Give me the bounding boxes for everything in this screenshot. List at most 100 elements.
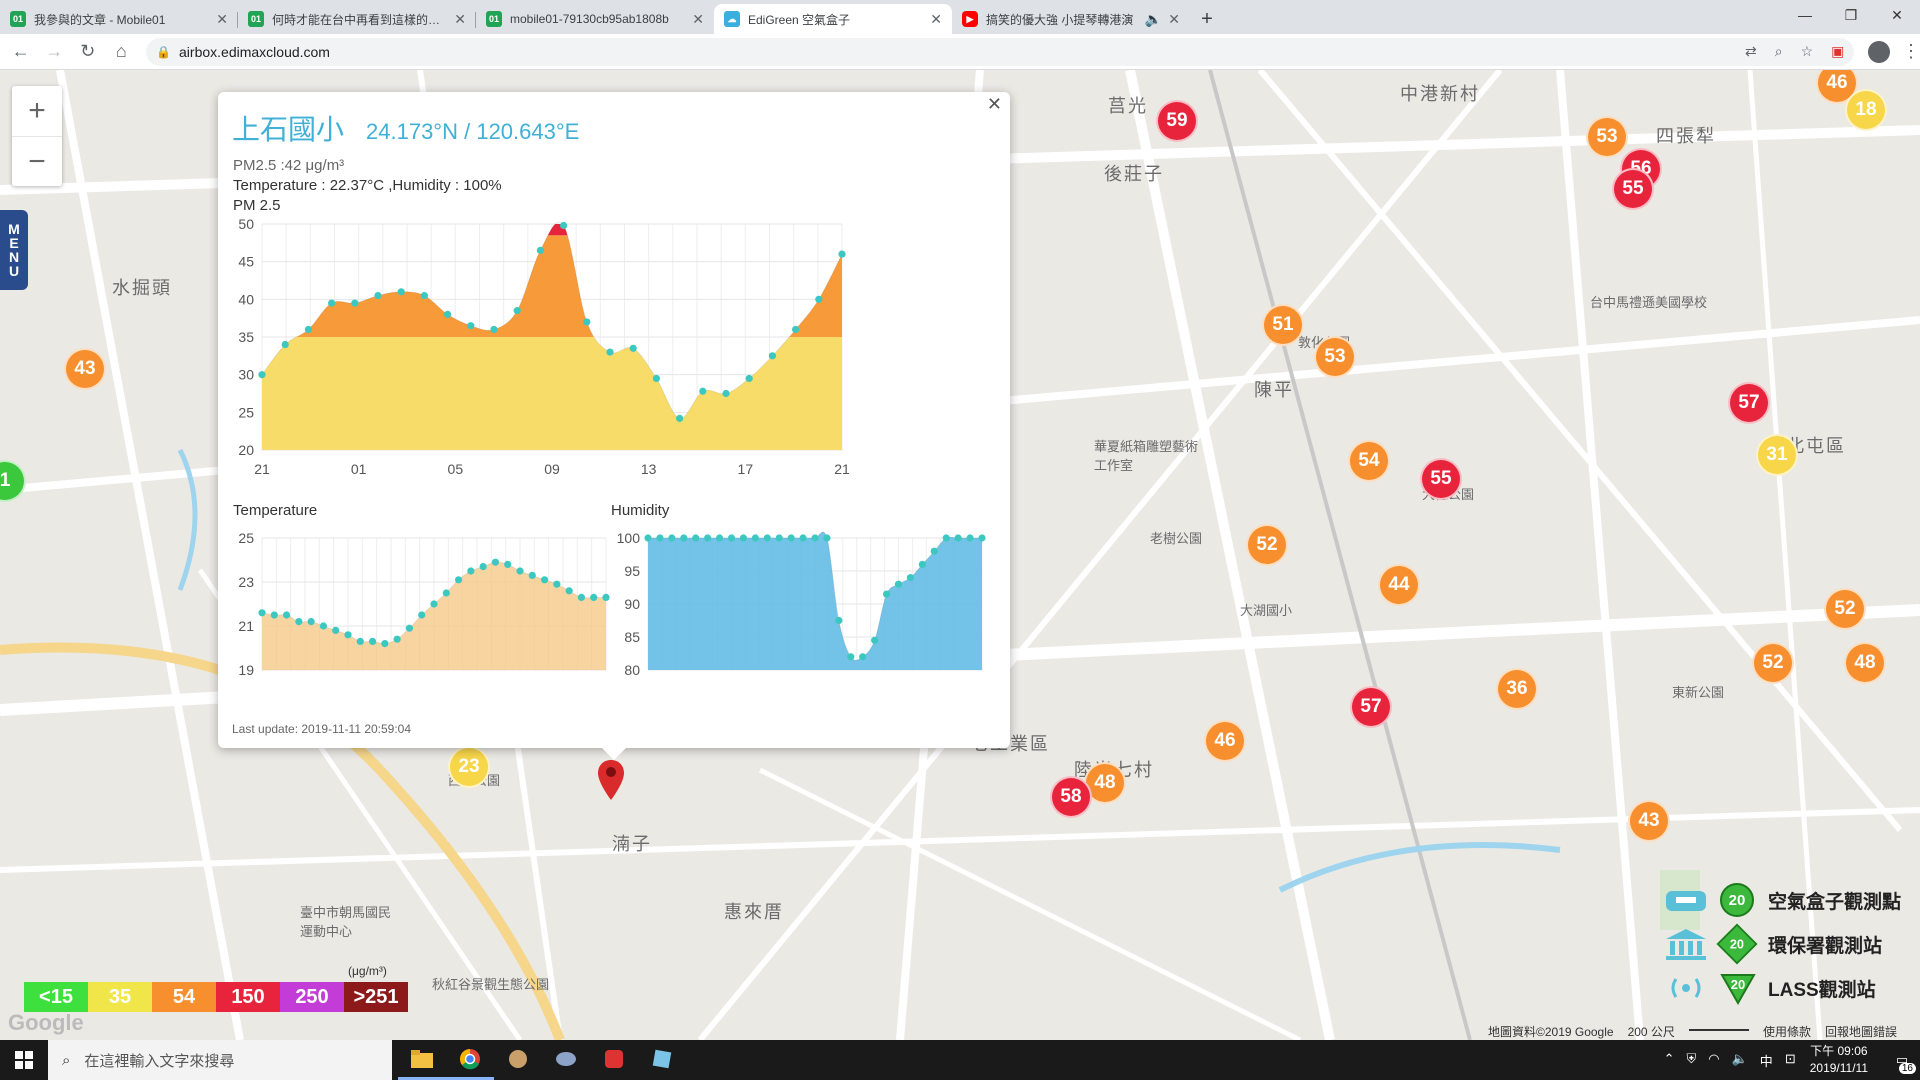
station-pin[interactable]: 44 <box>1378 564 1420 606</box>
chevron-up-icon[interactable]: ⌃ <box>1664 1051 1675 1070</box>
extension-icon[interactable]: ▣ <box>1831 43 1844 60</box>
data-point[interactable] <box>727 534 736 542</box>
data-point[interactable] <box>652 374 660 383</box>
data-point[interactable] <box>381 640 389 648</box>
report-error-link[interactable]: 回報地圖錯誤 <box>1825 1023 1897 1040</box>
data-point[interactable] <box>823 534 831 542</box>
data-point[interactable] <box>799 534 807 542</box>
clock[interactable]: 下午 09:06 2019/11/11 <box>1810 1043 1868 1077</box>
data-point[interactable] <box>722 389 730 398</box>
notification-icon[interactable]: ▭ 16 <box>1884 1040 1920 1080</box>
url-input[interactable]: 🔒 airbox.edimaxcloud.com ⇄ ⌕ ☆ ▣ <box>146 37 1855 66</box>
new-tab-button[interactable]: + <box>1190 4 1224 34</box>
data-point[interactable] <box>282 611 291 619</box>
data-point[interactable] <box>467 322 475 330</box>
profile-avatar[interactable] <box>1868 40 1890 63</box>
app-icon[interactable] <box>494 1040 542 1080</box>
close-tab-icon[interactable]: ✕ <box>1168 11 1180 28</box>
station-pin[interactable]: 43 <box>64 348 106 390</box>
data-point[interactable] <box>270 611 278 619</box>
windows-start-icon[interactable] <box>0 1040 48 1080</box>
station-pin[interactable]: 51 <box>1262 304 1304 346</box>
data-point[interactable] <box>606 348 614 356</box>
data-point[interactable] <box>656 534 664 542</box>
station-pin[interactable]: 46 <box>1204 720 1246 762</box>
terms-link[interactable]: 使用條款 <box>1763 1023 1811 1040</box>
app-icon[interactable] <box>542 1040 590 1080</box>
data-point[interactable] <box>838 250 846 258</box>
data-point[interactable] <box>978 534 986 542</box>
station-pin[interactable]: 55 <box>1612 168 1654 210</box>
location-marker-icon[interactable] <box>596 758 626 802</box>
station-pin[interactable]: 52 <box>1752 642 1794 684</box>
data-point[interactable] <box>319 622 328 630</box>
data-point[interactable] <box>332 626 340 635</box>
data-point[interactable] <box>553 580 561 588</box>
data-point[interactable] <box>787 534 795 542</box>
station-pin[interactable]: 57 <box>1350 686 1392 728</box>
data-point[interactable] <box>528 571 536 579</box>
data-point[interactable] <box>954 534 962 542</box>
data-point[interactable] <box>454 576 463 584</box>
data-point[interactable] <box>715 534 724 542</box>
data-point[interactable] <box>418 611 426 619</box>
close-tab-icon[interactable]: ✕ <box>692 11 704 28</box>
data-point[interactable] <box>307 618 315 626</box>
data-point[interactable] <box>815 295 823 303</box>
data-point[interactable] <box>444 310 452 318</box>
lock-icon[interactable]: 🔒 <box>156 45 171 59</box>
menu-tab[interactable]: M E N U <box>0 210 28 290</box>
station-pin[interactable]: 48 <box>1844 642 1886 684</box>
data-point[interactable] <box>942 534 950 542</box>
data-point[interactable] <box>442 589 450 597</box>
data-point[interactable] <box>405 624 414 632</box>
data-point[interactable] <box>871 636 879 644</box>
data-point[interactable] <box>692 534 700 542</box>
browser-tab-5[interactable]: ▶ 搞笑的優大強 小提琴轉港演 🔈 ✕ <box>952 4 1190 34</box>
close-window-icon[interactable]: ✕ <box>1874 0 1920 30</box>
station-pin[interactable]: 36 <box>1496 668 1538 710</box>
station-pin[interactable]: 54 <box>1348 440 1390 482</box>
zoom-icon[interactable]: ⌕ <box>1775 43 1783 60</box>
data-point[interactable] <box>763 534 771 542</box>
data-point[interactable] <box>560 221 568 230</box>
minimize-icon[interactable]: — <box>1782 0 1828 30</box>
data-point[interactable] <box>491 558 500 566</box>
data-point[interactable] <box>583 318 591 326</box>
station-pin[interactable]: 52 <box>1246 524 1288 566</box>
close-tab-icon[interactable]: ✕ <box>454 11 466 28</box>
data-point[interactable] <box>930 547 938 555</box>
back-icon[interactable]: ← <box>8 39 34 65</box>
station-pin[interactable]: 31 <box>1756 434 1798 476</box>
station-pin[interactable]: 59 <box>1156 100 1198 142</box>
data-point[interactable] <box>516 567 524 575</box>
data-point[interactable] <box>536 246 544 254</box>
browser-tab-2[interactable]: 01 何時才能在台中再看到這樣的藍天 ✕ <box>238 4 476 34</box>
zoom-out-button[interactable]: − <box>12 136 62 186</box>
chrome-icon[interactable] <box>446 1040 494 1080</box>
data-point[interactable] <box>775 534 783 542</box>
station-pin[interactable]: 53 <box>1586 116 1628 158</box>
restore-icon[interactable]: ❐ <box>1828 0 1874 30</box>
data-point[interactable] <box>966 534 974 542</box>
app-icon[interactable] <box>590 1040 638 1080</box>
data-point[interactable] <box>513 307 521 315</box>
data-point[interactable] <box>602 593 610 601</box>
data-point[interactable] <box>906 574 915 582</box>
browser-tab-3[interactable]: 01 mobile01-79130cb95ab1808b ✕ <box>476 4 714 34</box>
translate-icon[interactable]: ⇄ <box>1745 43 1757 60</box>
data-point[interactable] <box>374 291 382 300</box>
data-point[interactable] <box>490 325 498 334</box>
network-icon[interactable]: ◠ <box>1708 1051 1719 1070</box>
data-point[interactable] <box>356 637 364 646</box>
data-point[interactable] <box>430 600 438 608</box>
input-mode-icon[interactable]: ⊡ <box>1785 1051 1796 1070</box>
close-tab-icon[interactable]: ✕ <box>216 11 228 28</box>
close-tab-icon[interactable]: ✕ <box>930 11 942 28</box>
data-point[interactable] <box>739 534 748 542</box>
volume-icon[interactable]: 🔈 <box>1732 1051 1748 1070</box>
zoom-in-button[interactable]: + <box>12 86 62 136</box>
data-point[interactable] <box>258 371 266 379</box>
browser-tab-1[interactable]: 01 我參與的文章 - Mobile01 ✕ <box>0 4 238 34</box>
data-point[interactable] <box>258 609 266 617</box>
